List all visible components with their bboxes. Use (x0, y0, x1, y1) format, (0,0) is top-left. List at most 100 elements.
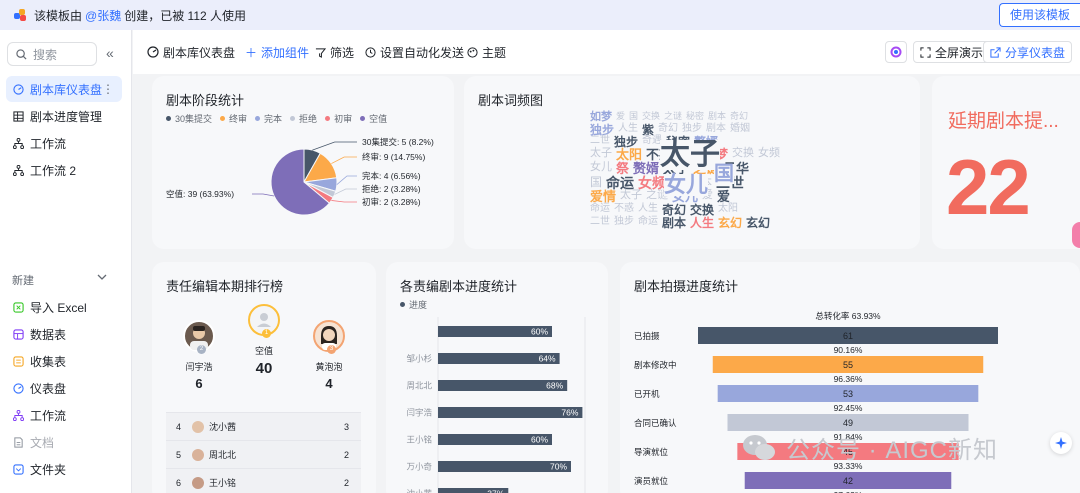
dashboard-toolbar: 剧本库仪表盘 ＋添加组件 筛选 设置自动化发送 主题 全屏演示 分享仪表盘 (133, 30, 1080, 74)
bar-category-label: 闫宇浩 (406, 408, 432, 418)
new-item-6[interactable]: 文档 (6, 429, 122, 455)
funnel-rate-label: 92.45% (834, 403, 863, 413)
collapse-sidebar-icon[interactable]: « (106, 46, 114, 60)
wordcloud-word: 爱 (616, 111, 626, 121)
pie-data-label: 30集提交: 5 (8.2%) (362, 137, 434, 147)
search-placeholder: 搜索 (33, 47, 58, 62)
filter-button[interactable]: 筛选 (309, 41, 360, 63)
plus-icon: ＋ (245, 45, 258, 60)
funnel-value-label: 55 (843, 360, 853, 370)
bar-category-label: 万小奇 (406, 462, 432, 472)
wordcloud-word: 秘密 (686, 111, 705, 121)
new-item-2[interactable]: 数据表 (6, 321, 122, 347)
ranking-title: 责任编辑本期排行榜 (166, 279, 284, 294)
stage-stats-card[interactable]: 剧本阶段统计 30集提交 终审 完本 拒绝 初审 空值 30集提交: 5 (8.2%) 终审… (152, 76, 454, 249)
theme-button[interactable]: 主题 (461, 41, 512, 63)
avatar: 1 (248, 304, 280, 338)
dashboard-icon (147, 46, 159, 58)
notice-author-link[interactable]: @张魏 (85, 7, 121, 24)
pie-leader-line (252, 193, 275, 197)
podium-third[interactable]: 3 黄泡泡 4 (310, 320, 348, 391)
wordcloud-word: 命运 (590, 203, 610, 214)
pie-leader-line (331, 200, 357, 203)
table-row[interactable]: 5 周北北 2 (166, 440, 361, 468)
bar-data-label: 70% (550, 462, 567, 472)
wordcloud-word: 命运 (638, 216, 658, 227)
dashboard-icon (12, 382, 24, 394)
table-row[interactable]: 4 沈小茜 3 (166, 412, 361, 440)
funnel-value-label: 49 (843, 418, 853, 428)
new-item-1[interactable]: 导入 Excel (6, 294, 122, 320)
funnel-stage-label: 合同已确认 (634, 418, 677, 428)
rank-badge: 2 (197, 345, 206, 354)
podium-name: 闫宇浩 (185, 362, 213, 372)
new-item-label: 文件夹 (30, 462, 67, 477)
bar-category-label: 王小铭 (406, 435, 432, 445)
podium-first[interactable]: 1 空值 40 (245, 304, 283, 377)
chevron-down-icon[interactable] (96, 271, 108, 283)
bar-category-label: 沈小茜 (406, 489, 432, 493)
wordcloud-word: 太阳 (616, 147, 643, 162)
sidebar-item-4[interactable]: 工作流 2 (6, 157, 122, 183)
row-value: 2 (343, 449, 349, 460)
sidebar-item-3[interactable]: 工作流 (6, 130, 122, 156)
theme-label: 主题 (482, 45, 507, 60)
wordcloud-word: 二世 (590, 216, 610, 227)
ranking-card[interactable]: 责任编辑本期排行榜 2 闫宇浩 6 1 空值 40 3 黄泡泡 4 4 沈小茜 … (152, 262, 376, 493)
new-item-label: 导入 Excel (30, 300, 87, 315)
new-item-3[interactable]: 收集表 (6, 348, 122, 374)
editor-progress-bar-chart: 60% 64% 邹小杉 68% 周北北 76% 闫宇浩 60% 王小铭 70% 万小奇 37% 沈小茜 (406, 317, 586, 493)
editor-progress-card[interactable]: 各责编剧本进度统计 进度 60% 64% 邹小杉 68% 周北北 76% 闫宇浩 60% 王小铭… (386, 262, 608, 493)
auto-send-button[interactable]: 设置自动化发送 (359, 41, 470, 63)
delay-count-value: 22 (946, 143, 1031, 231)
podium-value: 4 (325, 376, 333, 391)
funnel-stage-label: 导演就位 (634, 447, 669, 457)
fullscreen-button[interactable]: 全屏演示 (913, 41, 991, 63)
wordcloud-word: 人生 (618, 123, 638, 134)
notice-suffix: 创建，已被 112 人使用 (124, 8, 247, 23)
new-item-4[interactable]: 仪表盘 (6, 375, 122, 401)
ai-sparkle-button[interactable] (1050, 432, 1072, 454)
ai-assistant-button[interactable] (885, 41, 907, 63)
podium-second[interactable]: 2 闫宇浩 6 (180, 320, 218, 391)
podium-name: 空值 (254, 346, 273, 356)
wordcloud-word: 女频 (758, 147, 780, 159)
funnel-stage-label: 演员就位 (634, 476, 669, 486)
new-item-5[interactable]: 工作流 (6, 402, 122, 428)
wordcloud-word: 太子 (660, 138, 720, 171)
avatar (192, 448, 204, 461)
side-handle[interactable] (1072, 222, 1080, 248)
new-item-7[interactable]: 文件夹 (6, 456, 122, 482)
add-widget-button[interactable]: ＋添加组件 (239, 41, 315, 63)
podium-value: 40 (255, 360, 273, 377)
wordcloud-word: 剧本 (706, 123, 726, 134)
wordcloud-word: 人生 (638, 203, 658, 214)
funnel-value-label: 42 (843, 476, 853, 486)
rank-badge: 1 (262, 329, 271, 338)
wordcloud-word: 国 (714, 163, 734, 185)
excel-icon (12, 301, 24, 313)
delay-count-card[interactable]: 延期剧本提... 22 (932, 76, 1080, 249)
sidebar-item-2[interactable]: 剧本进度管理 (6, 103, 122, 129)
search-input[interactable]: 搜索 (7, 42, 97, 66)
wordcloud-word: 不惑 (614, 203, 634, 214)
table-row[interactable]: 6 王小铭 2 (166, 468, 361, 493)
sidebar: 搜索 « 剧本库仪表盘 ⋮ 剧本进度管理 工作流 工作流 2 新建 导入 Excel 数据… (0, 30, 132, 493)
sidebar-item-1[interactable]: 剧本库仪表盘 ⋮ (6, 76, 122, 102)
use-template-button[interactable]: 使用该模板 (998, 3, 1080, 27)
wordcloud-card[interactable]: 剧本词频图 如梦爱国交换之谜秘密剧本奇幻独步人生紫奇幻独步剧本婚姻二世独步奇遇秘… (464, 76, 920, 249)
sidebar-item-label: 工作流 (30, 136, 67, 151)
funnel-value-label: 53 (843, 389, 853, 399)
funnel-stage-label: 剧本修改中 (634, 360, 677, 370)
share-dashboard-button[interactable]: 分享仪表盘 (983, 41, 1073, 63)
template-notice-bar: 该模板由 @张魏 创建，已被 112 人使用 使用该模板 (0, 0, 1080, 30)
row-rank: 4 (176, 421, 182, 432)
new-item-label: 工作流 (30, 408, 67, 423)
sidebar-item-label: 工作流 2 (30, 163, 77, 178)
more-icon[interactable]: ⋮ (102, 82, 114, 96)
wordcloud-word: 交换 (732, 147, 754, 159)
funnel-rate-label: 96.36% (834, 374, 863, 384)
wordcloud-word: 独步 (614, 216, 634, 227)
row-name: 沈小茜 (209, 422, 237, 432)
pie-leader-line (312, 141, 357, 151)
